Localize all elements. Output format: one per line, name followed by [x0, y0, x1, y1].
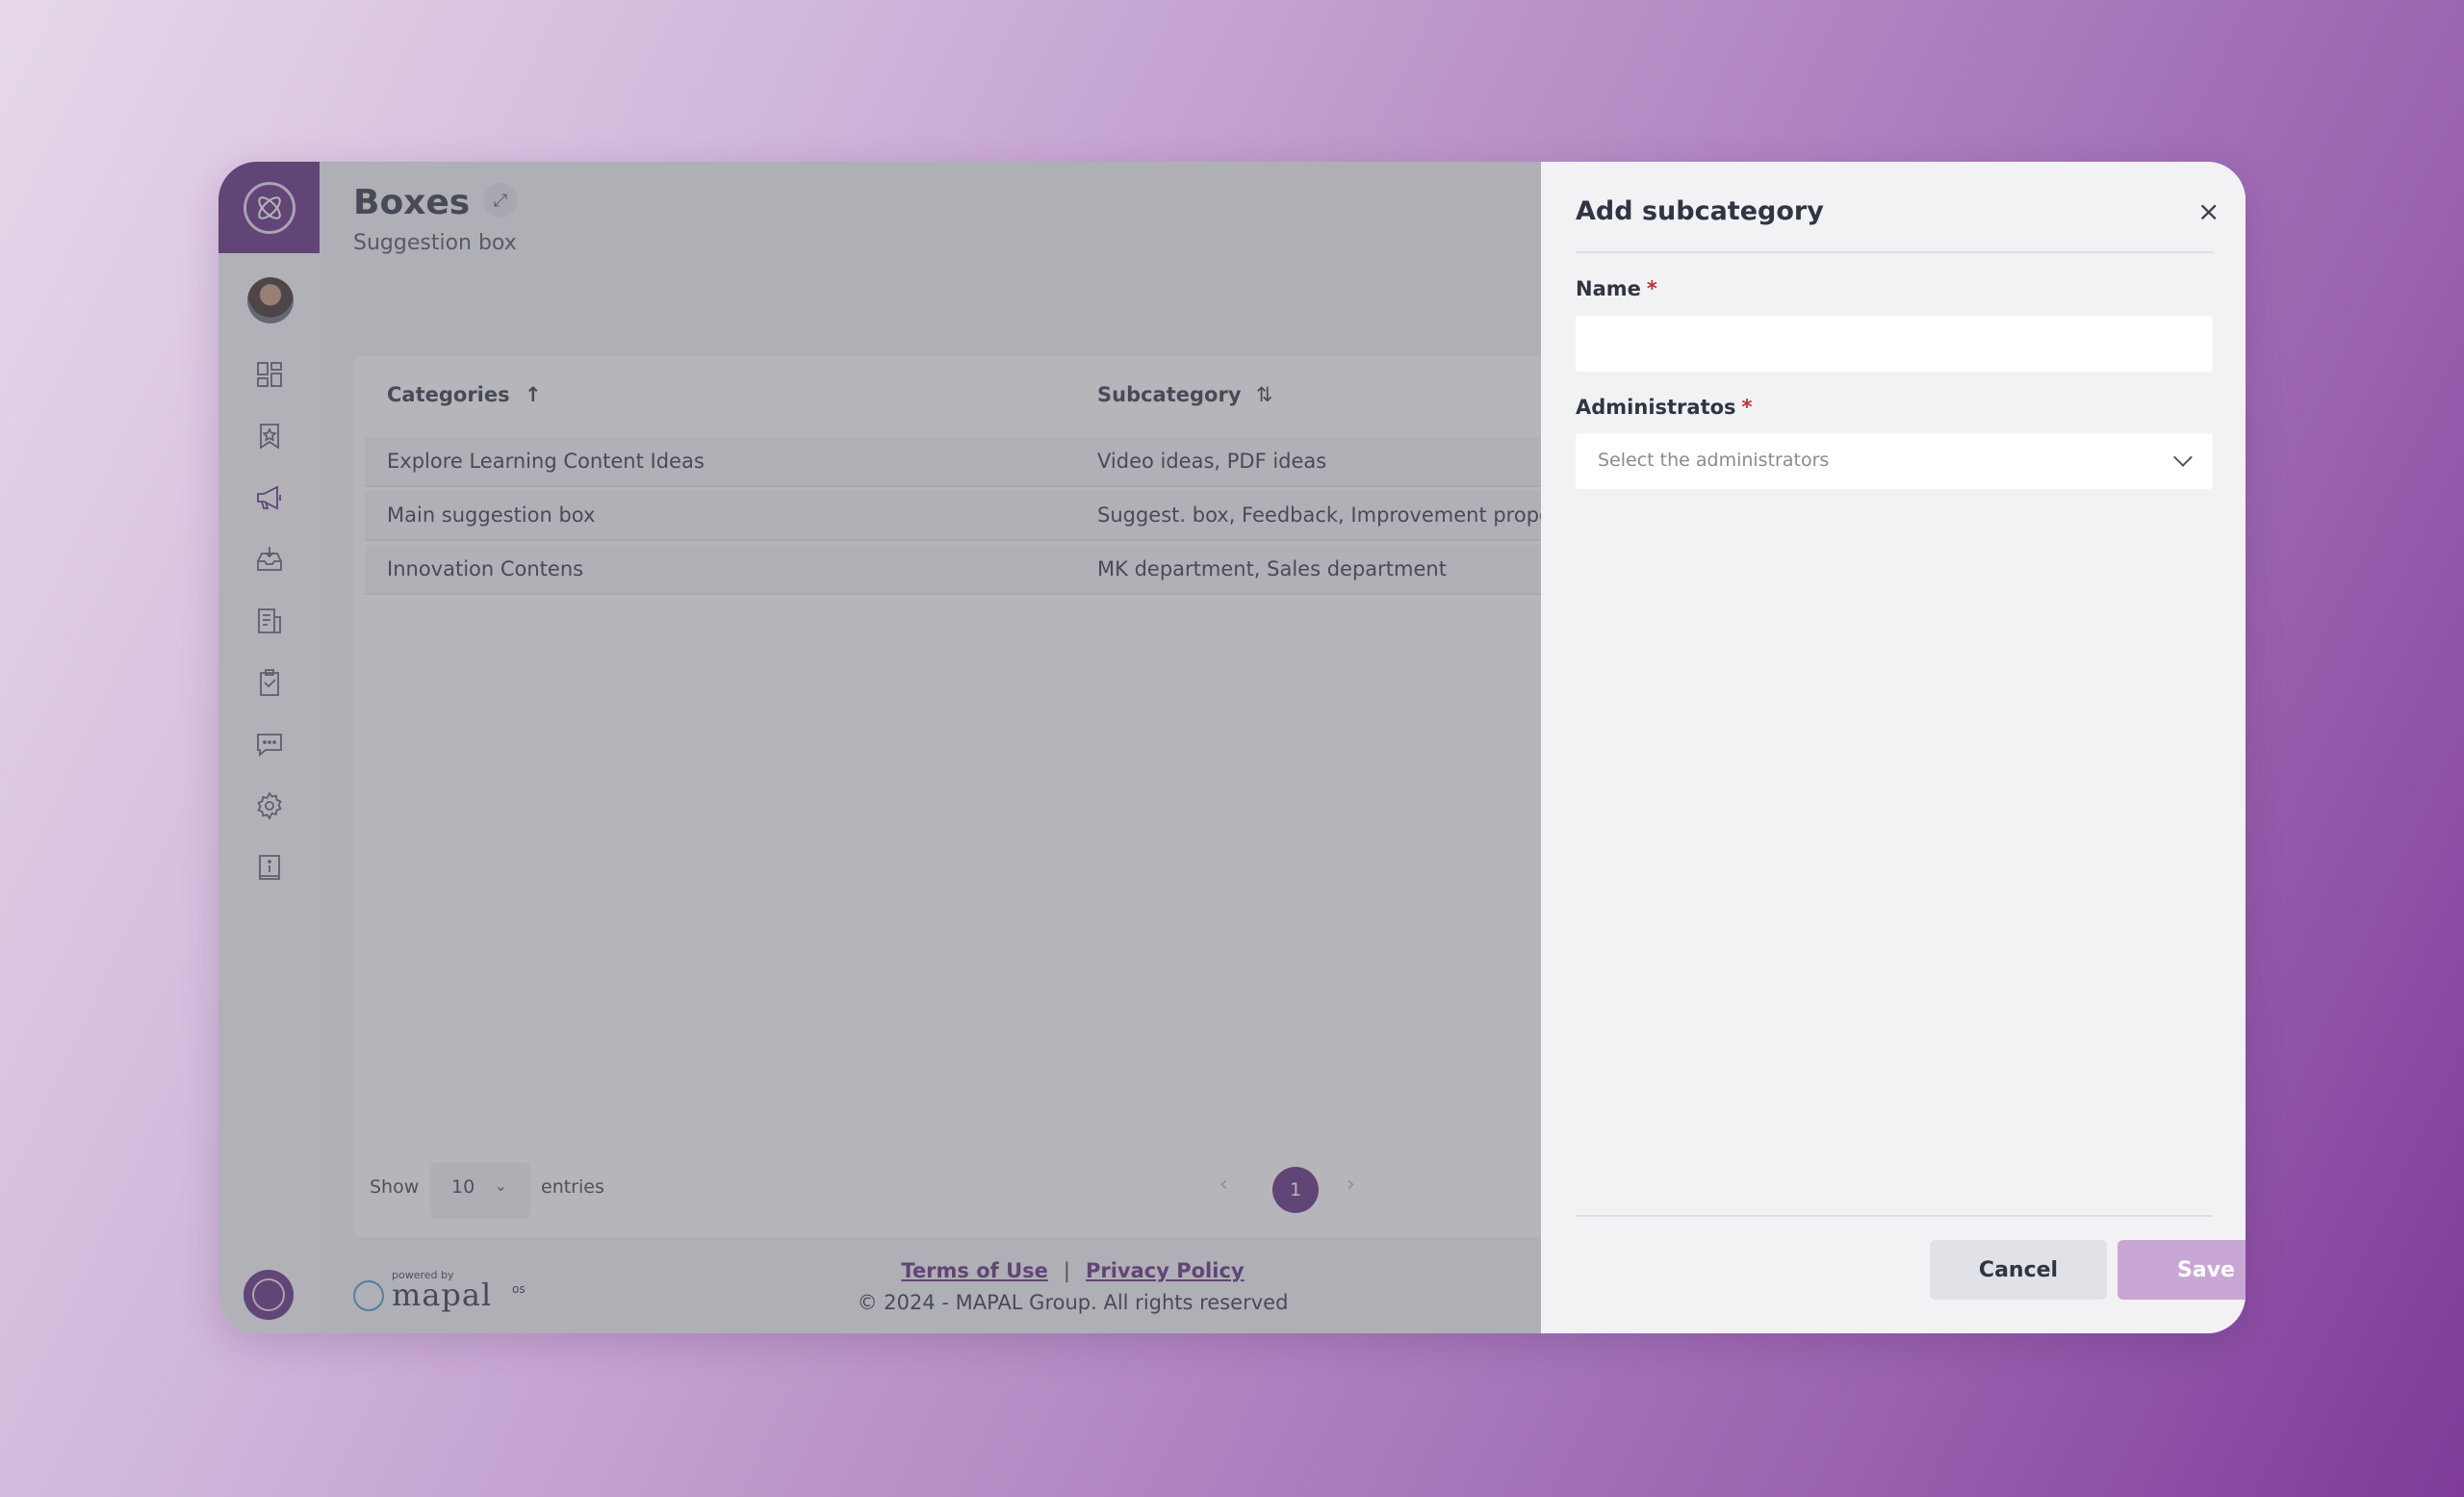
- save-button[interactable]: Save: [2118, 1240, 2246, 1300]
- add-subcategory-drawer: Add subcategory × Name * Administratos * S…: [1541, 162, 2246, 1333]
- app-window: Boxes ⤢ Suggestion box Categories ↑ Subc…: [218, 162, 2246, 1333]
- name-label: Name *: [1576, 277, 1657, 300]
- administrators-select[interactable]: Select the administrators: [1576, 433, 2213, 489]
- administrators-placeholder: Select the administrators: [1598, 450, 1830, 471]
- cancel-button[interactable]: Cancel: [1930, 1240, 2107, 1300]
- administrators-label: Administratos *: [1576, 396, 1753, 419]
- drawer-title: Add subcategory: [1576, 196, 1824, 226]
- close-icon[interactable]: ×: [2197, 198, 2220, 225]
- administrators-label-text: Administratos: [1576, 396, 1736, 419]
- modal-backdrop[interactable]: [218, 162, 1541, 1333]
- divider: [1576, 1215, 2213, 1217]
- name-label-text: Name: [1576, 277, 1641, 300]
- name-input[interactable]: [1576, 316, 2213, 372]
- chevron-down-icon: [2173, 448, 2193, 467]
- divider: [1576, 251, 2213, 253]
- required-mark: *: [1741, 396, 1753, 419]
- required-mark: *: [1646, 277, 1657, 300]
